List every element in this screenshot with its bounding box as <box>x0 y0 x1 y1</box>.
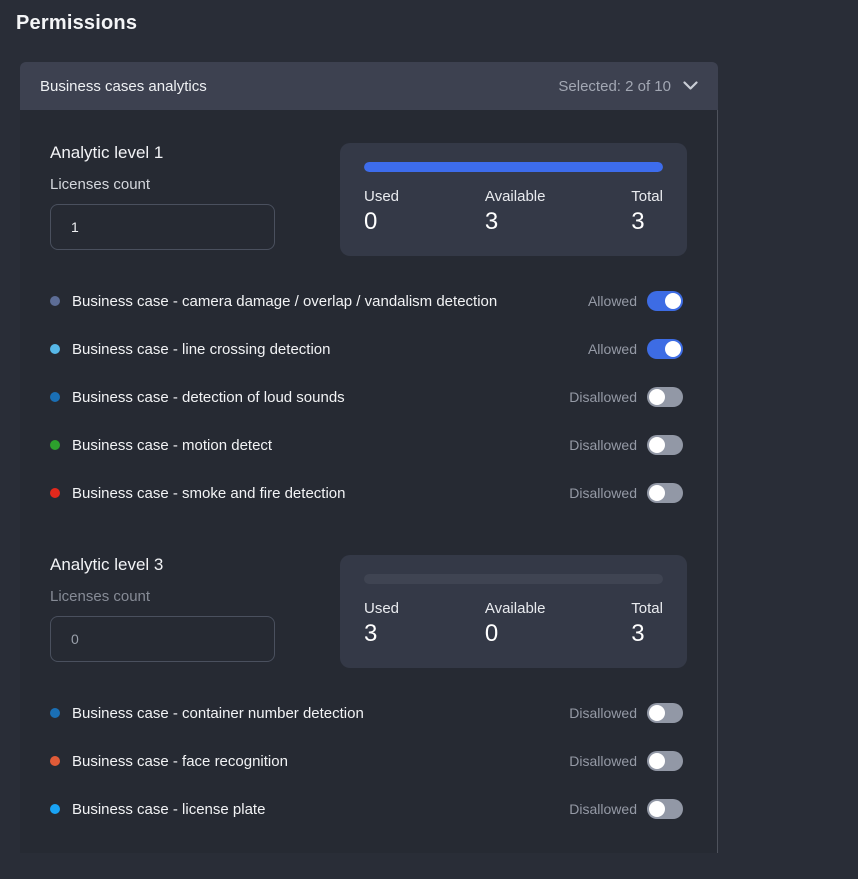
panel-body: Analytic level 1 Licenses count Used 0 <box>20 110 718 853</box>
case-toggle[interactable] <box>647 339 683 359</box>
case-color-dot <box>50 440 60 450</box>
case-status: Allowed <box>588 341 637 357</box>
page-title: Permissions <box>0 0 858 35</box>
license-stats-card: Used 0 Available 3 Total 3 <box>340 143 687 256</box>
case-color-dot <box>50 708 60 718</box>
license-stats-card: Used 3 Available 0 Total 3 <box>340 555 687 668</box>
case-toggle[interactable] <box>647 435 683 455</box>
case-label: Business case - face recognition <box>72 753 569 770</box>
business-cases-panel: Business cases analytics Selected: 2 of … <box>20 62 718 853</box>
case-row-loud-sounds: Business case - detection of loud sounds… <box>50 373 687 421</box>
stat-total: Total 3 <box>631 188 663 236</box>
licenses-count-label: Licenses count <box>50 588 330 605</box>
stat-available: Available 0 <box>485 600 546 648</box>
case-row-camera-damage: Business case - camera damage / overlap … <box>50 277 687 325</box>
case-color-dot <box>50 756 60 766</box>
license-progress-bar <box>364 162 663 172</box>
case-color-dot <box>50 804 60 814</box>
case-toggle[interactable] <box>647 703 683 723</box>
licenses-count-input[interactable] <box>50 616 275 662</box>
case-row-line-crossing: Business case - line crossing detection … <box>50 325 687 373</box>
case-row-motion-detect: Business case - motion detect Disallowed <box>50 421 687 469</box>
case-label: Business case - detection of loud sounds <box>72 389 569 406</box>
case-toggle[interactable] <box>647 751 683 771</box>
section-analytic-level-3: Analytic level 3 Licenses count Used 3 <box>50 555 687 833</box>
chevron-down-icon[interactable] <box>683 81 698 91</box>
panel-header[interactable]: Business cases analytics Selected: 2 of … <box>20 62 718 110</box>
case-status: Disallowed <box>569 801 637 817</box>
section-analytic-level-1: Analytic level 1 Licenses count Used 0 <box>50 143 687 517</box>
licenses-count-label: Licenses count <box>50 176 330 193</box>
case-toggle[interactable] <box>647 483 683 503</box>
case-status: Disallowed <box>569 705 637 721</box>
section-heading: Analytic level 3 <box>50 555 330 575</box>
case-label: Business case - smoke and fire detection <box>72 485 569 502</box>
case-status: Disallowed <box>569 753 637 769</box>
case-label: Business case - container number detecti… <box>72 705 569 722</box>
case-row-license-plate: Business case - license plate Disallowed <box>50 785 687 833</box>
licenses-count-input[interactable] <box>50 204 275 250</box>
case-label: Business case - line crossing detection <box>72 341 588 358</box>
case-row-smoke-fire: Business case - smoke and fire detection… <box>50 469 687 517</box>
license-progress-bar <box>364 574 663 584</box>
case-color-dot <box>50 344 60 354</box>
case-status: Disallowed <box>569 437 637 453</box>
stat-used: Used 0 <box>364 188 399 236</box>
case-row-container-number: Business case - container number detecti… <box>50 689 687 737</box>
case-toggle[interactable] <box>647 387 683 407</box>
section-heading: Analytic level 1 <box>50 143 330 163</box>
case-color-dot <box>50 296 60 306</box>
case-status: Disallowed <box>569 389 637 405</box>
case-status: Disallowed <box>569 485 637 501</box>
case-status: Allowed <box>588 293 637 309</box>
case-toggle[interactable] <box>647 291 683 311</box>
stat-total: Total 3 <box>631 600 663 648</box>
stat-used: Used 3 <box>364 600 399 648</box>
stat-available: Available 3 <box>485 188 546 236</box>
case-toggle[interactable] <box>647 799 683 819</box>
case-color-dot <box>50 488 60 498</box>
case-label: Business case - license plate <box>72 801 569 818</box>
case-row-face-recognition: Business case - face recognition Disallo… <box>50 737 687 785</box>
case-label: Business case - motion detect <box>72 437 569 454</box>
case-label: Business case - camera damage / overlap … <box>72 293 588 310</box>
panel-title: Business cases analytics <box>40 78 207 95</box>
case-color-dot <box>50 392 60 402</box>
selected-summary: Selected: 2 of 10 <box>558 78 671 95</box>
